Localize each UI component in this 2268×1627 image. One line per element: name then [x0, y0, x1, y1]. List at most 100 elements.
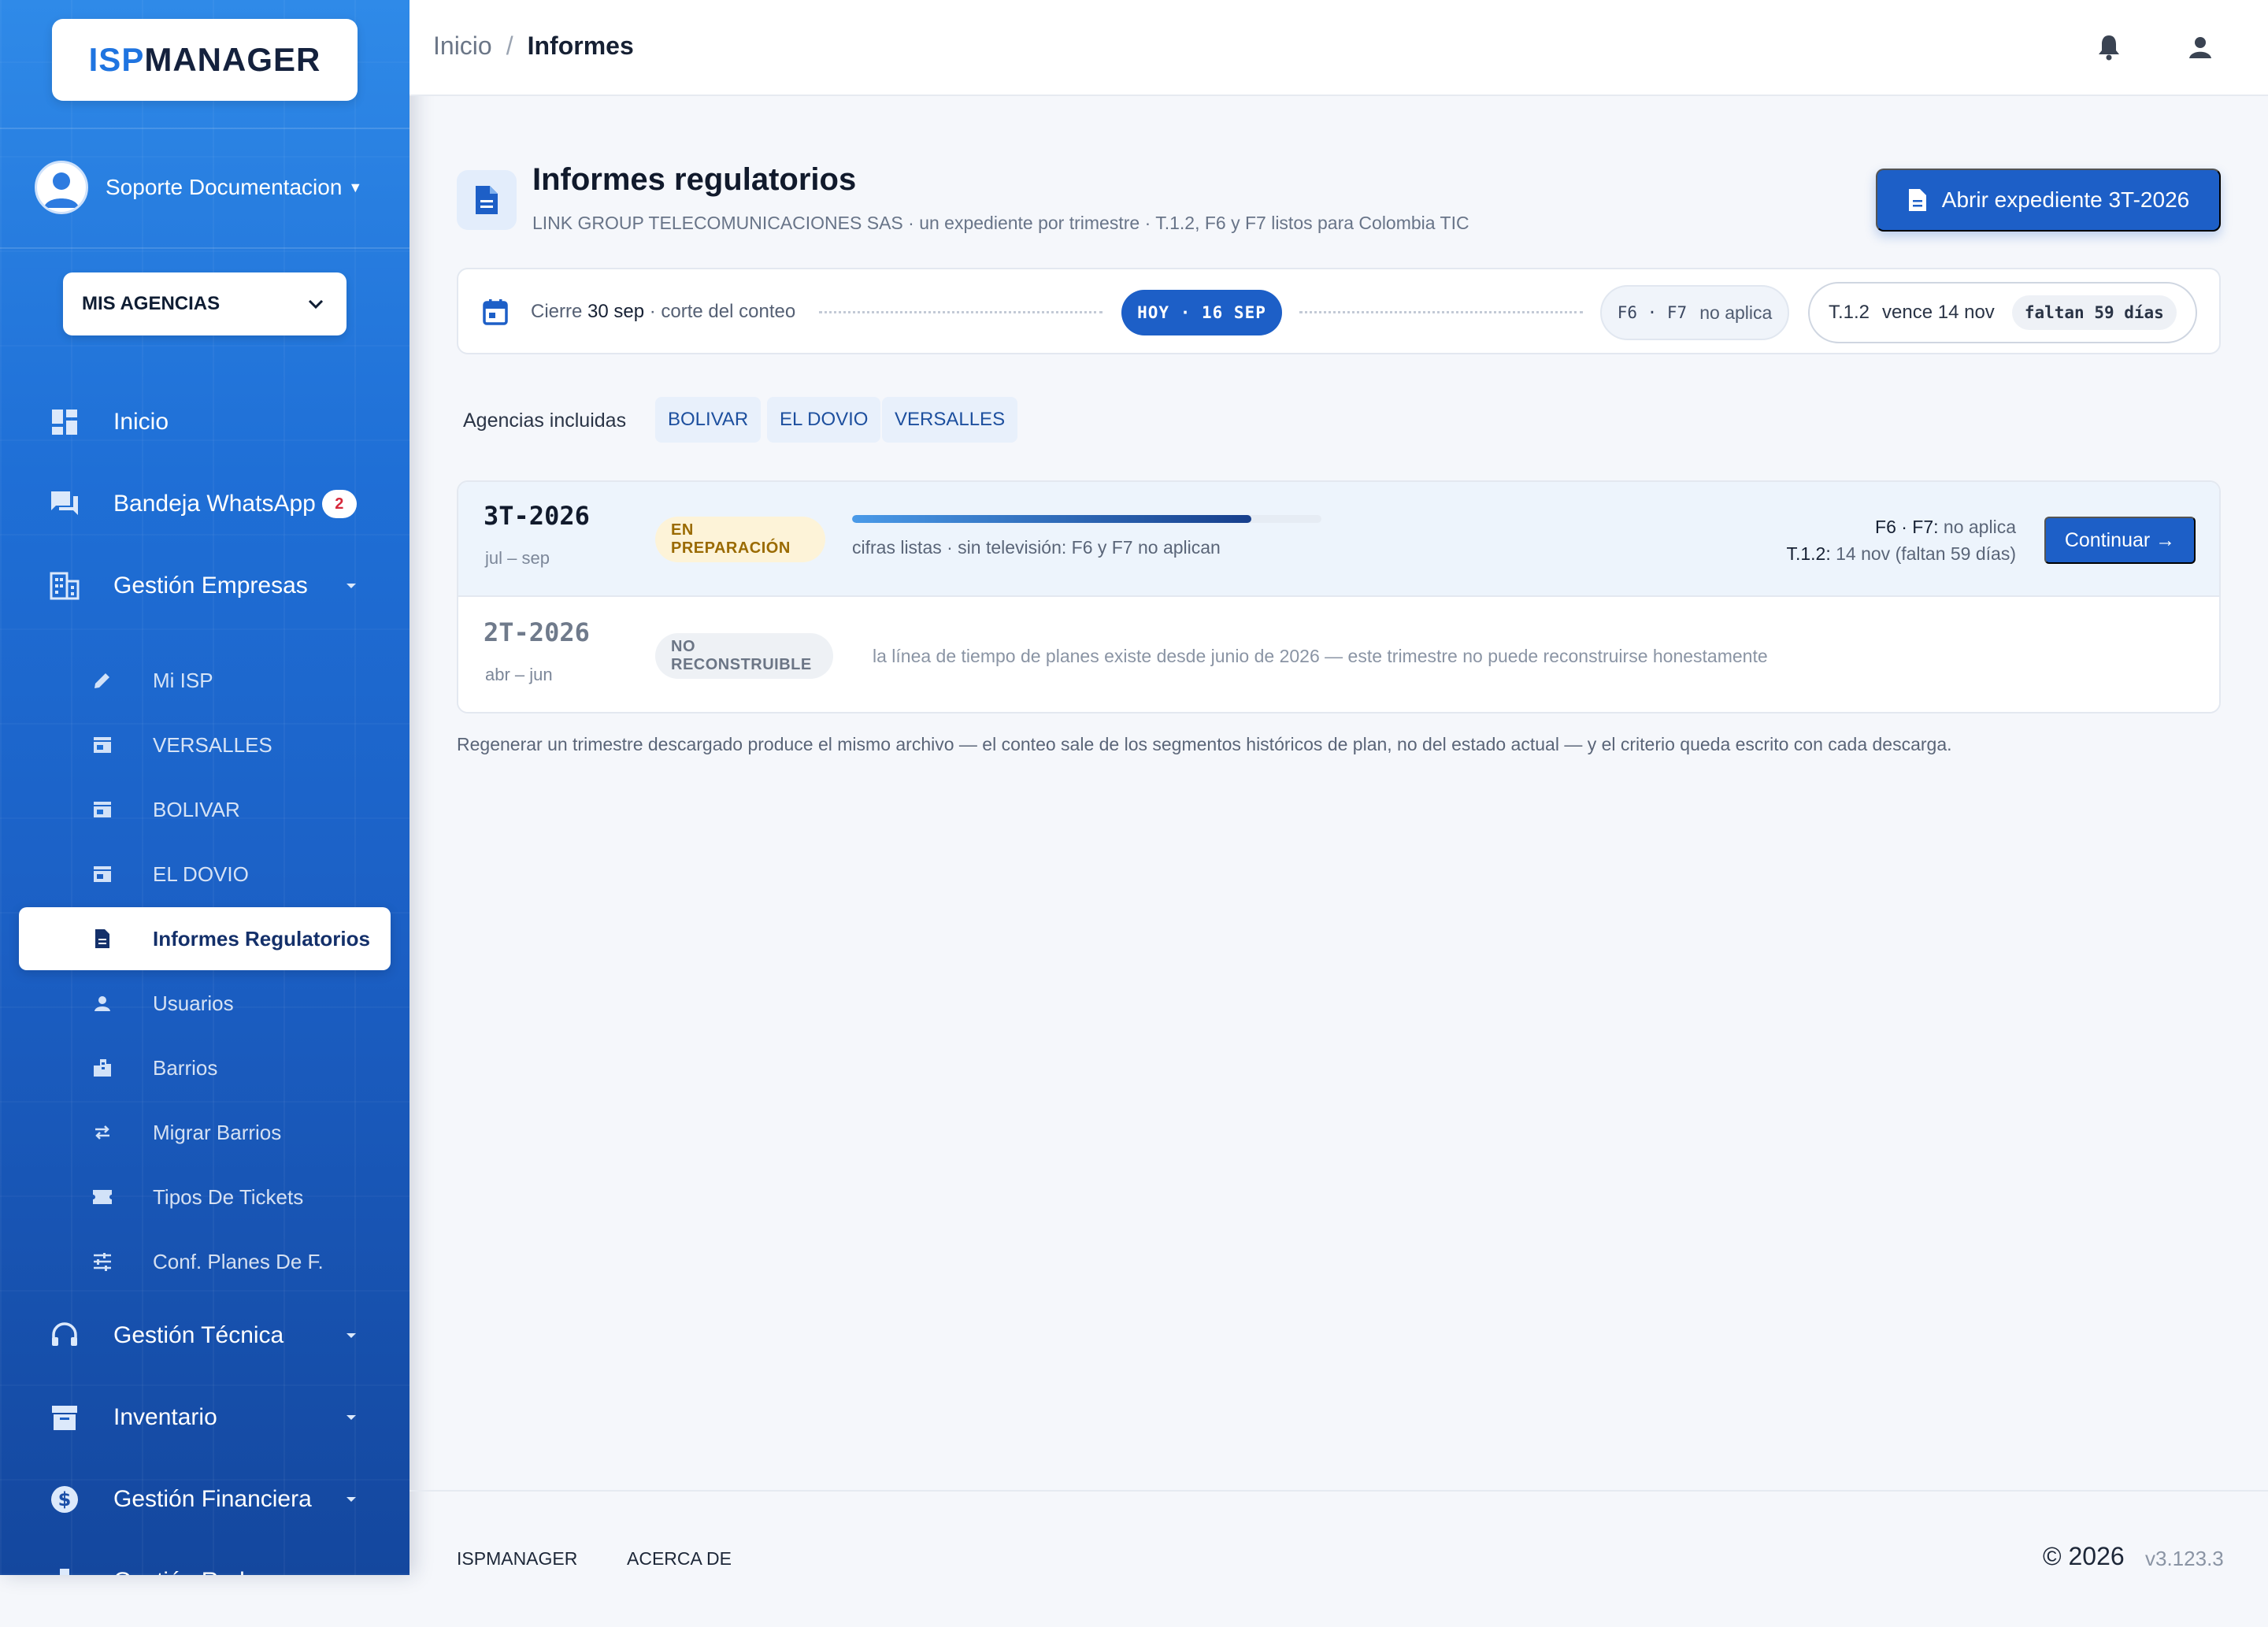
nav-bandeja-label: Bandeja WhatsApp: [113, 491, 316, 517]
chat-icon: [47, 487, 82, 521]
quarter-description: cifras listas · sin televisión: F6 y F7 …: [852, 537, 1221, 558]
sidebar-item-migrar-label: Migrar Barrios: [153, 1120, 282, 1144]
calendar-icon: [482, 298, 509, 330]
nav-bandeja-whatsapp[interactable]: Bandeja WhatsApp 2: [0, 473, 410, 536]
top-bar: Inicio / Informes: [410, 0, 2268, 96]
archive-icon: [47, 1400, 82, 1435]
footer: ISPMANAGER ACERCA DE © 2026 v3.123.3: [410, 1490, 2268, 1627]
sidebar: ISPMANAGER Soporte Documentacion ▼ MIS A…: [0, 0, 410, 1575]
quarters-list: 3T-2026 jul – sep EN PREPARACIÓN cifras …: [457, 480, 2221, 713]
page-title: Informes regulatorios: [532, 162, 857, 197]
chevron-down-icon: [308, 299, 324, 309]
sidebar-item-tickets-label: Tipos De Tickets: [153, 1184, 304, 1209]
quarter-deadline-t12: T.1.2: 14 nov (faltan 59 días): [1786, 540, 2016, 567]
timeline-dots: [1299, 311, 1583, 313]
sidebar-item-mi-isp[interactable]: Mi ISP: [0, 649, 410, 712]
cutoff-date: 30 sep: [587, 301, 645, 322]
nav-gestion-tecnica-label: Gestión Técnica: [113, 1322, 284, 1348]
quarter-deadlines: F6 · F7: no aplica T.1.2: 14 nov (faltan…: [1786, 513, 2016, 567]
quarter-row-3t-2026[interactable]: 3T-2026 jul – sep EN PREPARACIÓN cifras …: [458, 482, 2219, 597]
city-icon: [91, 1057, 113, 1079]
agencies-dropdown[interactable]: MIS AGENCIAS: [63, 272, 346, 335]
store-icon: [91, 863, 113, 885]
sidebar-item-versalles-label: VERSALLES: [153, 732, 272, 757]
sidebar-item-el-dovio[interactable]: EL DOVIO: [0, 843, 410, 906]
nav-inicio-label: Inicio: [113, 409, 169, 435]
deadline-value: no aplica: [1943, 517, 2016, 537]
logo-part-manager: MANAGER: [144, 41, 321, 78]
sidebar-item-usuarios-label: Usuarios: [153, 991, 234, 1015]
sidebar-item-barrios[interactable]: Barrios: [0, 1036, 410, 1099]
sidebar-item-informes-regulatorios[interactable]: Informes Regulatorios: [19, 907, 391, 970]
agency-chip-bolivar: BOLIVAR: [655, 397, 762, 443]
deadline-key: F6 · F7:: [1875, 517, 1939, 537]
progress-fill: [852, 515, 1251, 523]
agency-chip-el-dovio: EL DOVIO: [767, 397, 881, 443]
copyright: © 2026: [2043, 1542, 2125, 1570]
t12-remaining: faltan 59 días: [2011, 295, 2177, 330]
user-menu[interactable]: Soporte Documentacion ▼: [35, 161, 362, 214]
logo[interactable]: ISPMANAGER: [52, 19, 358, 101]
nav-gestion-red[interactable]: Gestión Red: [0, 1550, 410, 1575]
account-icon[interactable]: [2185, 32, 2216, 63]
breadcrumb-separator: /: [506, 32, 513, 60]
footer-link-acerca-de[interactable]: ACERCA DE: [627, 1548, 732, 1570]
logo-part-isp: ISP: [88, 41, 145, 78]
caret-down-icon: [346, 1333, 356, 1338]
quarter-range: jul – sep: [485, 548, 550, 568]
breadcrumb-current: Informes: [527, 32, 634, 60]
pencil-icon: [91, 669, 113, 691]
quarter-row-2t-2026: 2T-2026 abr – jun NO RECONSTRUIBLE la lí…: [458, 599, 2219, 712]
t12-value: vence 14 nov: [1882, 302, 1995, 323]
nav-gestion-empresas-label: Gestión Empresas: [113, 573, 308, 599]
building-icon: [47, 569, 82, 603]
deadline-key: T.1.2:: [1786, 543, 1831, 564]
deadline-value: 14 nov (faltan 59 días): [1836, 543, 2016, 564]
status-badge: NO RECONSTRUIBLE: [655, 633, 833, 679]
t12-deadline-pill: T.1.2 vence 14 nov faltan 59 días: [1808, 282, 2197, 343]
sidebar-item-migrar-barrios[interactable]: Migrar Barrios: [0, 1101, 410, 1164]
nav-inicio[interactable]: Inicio: [0, 391, 410, 454]
sidebar-item-usuarios[interactable]: Usuarios: [0, 972, 410, 1035]
sidebar-item-tipos-tickets[interactable]: Tipos De Tickets: [0, 1166, 410, 1229]
agencies-dropdown-label: MIS AGENCIAS: [82, 293, 220, 314]
caret-down-icon: [343, 1573, 359, 1575]
nav-gestion-tecnica[interactable]: Gestión Técnica: [0, 1304, 410, 1367]
sidebar-item-conf-planes[interactable]: Conf. Planes De F.: [0, 1230, 410, 1293]
footer-link-ispmanager[interactable]: ISPMANAGER: [457, 1548, 577, 1570]
quarter-deadline-f6f7: F6 · F7: no aplica: [1786, 513, 2016, 540]
user-avatar-icon: [44, 172, 79, 208]
caret-down-icon: ▼: [348, 179, 363, 195]
swap-icon: [91, 1121, 113, 1143]
agency-chip-versalles: VERSALLES: [882, 397, 1018, 443]
user-name: Soporte Documentacion: [106, 175, 343, 199]
t12-key: T.1.2: [1829, 302, 1870, 323]
caret-down-icon: [346, 584, 356, 588]
quarter-range: abr – jun: [485, 665, 553, 684]
tune-icon: [91, 1251, 113, 1273]
continue-button[interactable]: Continuar →: [2044, 517, 2196, 564]
status-badge: EN PREPARACIÓN: [655, 517, 825, 562]
nav-gestion-red-label: Gestión Red: [113, 1568, 245, 1575]
nav-inventario[interactable]: Inventario: [0, 1386, 410, 1449]
nav-gestion-empresas[interactable]: Gestión Empresas: [0, 554, 410, 617]
page-subtitle: LINK GROUP TELECOMUNICACIONES SAS · un e…: [532, 213, 1469, 233]
sidebar-item-versalles[interactable]: VERSALLES: [0, 713, 410, 776]
sidebar-item-barrios-label: Barrios: [153, 1055, 218, 1080]
f6-f7-key: F6 · F7: [1617, 303, 1688, 322]
nav-gestion-financiera[interactable]: $ Gestión Financiera: [0, 1468, 410, 1531]
today-marker: HOY · 16 SEP: [1121, 290, 1282, 335]
dollar-icon: $: [47, 1482, 82, 1517]
headset-icon: [47, 1318, 82, 1353]
sidebar-item-mi-isp-label: Mi ISP: [153, 668, 213, 692]
network-icon: [47, 1564, 82, 1575]
open-dossier-button[interactable]: Abrir expediente 3T-2026: [1876, 169, 2221, 232]
store-icon: [91, 734, 113, 756]
f6-f7-value: no aplica: [1699, 302, 1773, 323]
report-document-icon: [457, 170, 517, 230]
divider: [0, 247, 410, 249]
sidebar-item-bolivar[interactable]: BOLIVAR: [0, 778, 410, 841]
bell-icon[interactable]: [2093, 32, 2125, 63]
breadcrumb-home[interactable]: Inicio: [433, 32, 492, 61]
nav-gestion-financiera-label: Gestión Financiera: [113, 1486, 312, 1512]
